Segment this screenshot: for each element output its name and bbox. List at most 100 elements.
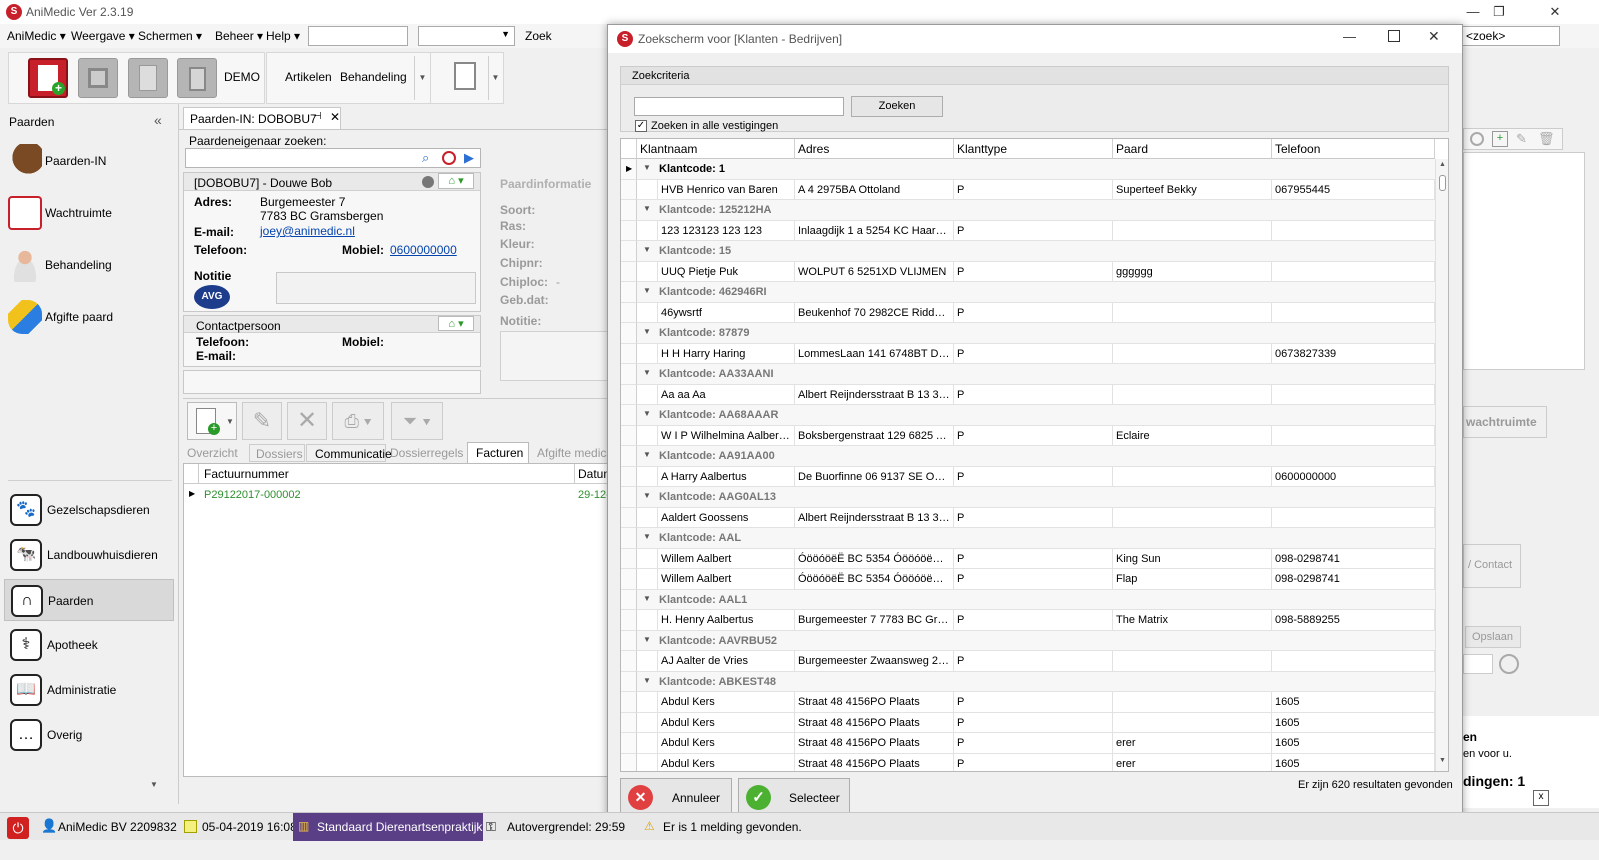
- row-header[interactable]: [621, 364, 637, 385]
- cell-paard[interactable]: [1113, 651, 1272, 672]
- row-header[interactable]: [621, 282, 637, 303]
- cell-klantnaam[interactable]: H H Harry Haring: [658, 343, 795, 364]
- result-row[interactable]: W I P Wilhelmina Aalbertus Boksbergenstra…: [621, 425, 1435, 446]
- grid-scrollbar[interactable]: ▲ ▼: [1435, 159, 1448, 771]
- cell-paard[interactable]: The Matrix: [1113, 610, 1272, 631]
- cell-klanttype[interactable]: P: [954, 220, 1113, 241]
- right-search-input[interactable]: <zoek>: [1462, 26, 1560, 46]
- dialog-maximize-icon[interactable]: [1388, 30, 1400, 42]
- cell-adres[interactable]: WOLPUT 6 5251XD VLIJMEN: [795, 261, 954, 282]
- cell-klanttype[interactable]: P: [954, 569, 1113, 590]
- cell-klantnaam[interactable]: A Harry Aalbertus: [658, 466, 795, 487]
- collapse-group-icon[interactable]: ▼: [643, 245, 651, 254]
- copy-documents-icon[interactable]: [454, 62, 476, 90]
- cell-klanttype[interactable]: P: [954, 261, 1113, 282]
- menu-help[interactable]: Help ▾: [266, 29, 300, 43]
- cell-adres[interactable]: Inlaagdijk 1 a 5254 KC Haarsteeg: [795, 220, 954, 241]
- status-practice[interactable]: ▥ Standaard Dierenartsenpraktijk: [293, 813, 483, 841]
- row-header[interactable]: [621, 343, 637, 364]
- notif-close-icon[interactable]: x: [1533, 790, 1549, 806]
- subtab-overzicht[interactable]: Overzicht: [187, 446, 238, 460]
- collapse-group-icon[interactable]: ▼: [643, 368, 651, 377]
- subtab-facturen[interactable]: Facturen: [467, 442, 529, 463]
- col-klanttype[interactable]: Klanttype: [954, 139, 1113, 159]
- cell-paard[interactable]: Superteef Bekky: [1113, 179, 1272, 200]
- subtab-afgifte[interactable]: Afgifte medicat: [537, 446, 616, 460]
- scroll-down-icon[interactable]: ▼: [1439, 757, 1446, 764]
- col-klantnaam[interactable]: Klantnaam: [637, 139, 795, 159]
- cell-klantnaam[interactable]: Abdul Kers: [658, 753, 795, 771]
- notitie-field[interactable]: [276, 272, 476, 304]
- cell-klantnaam[interactable]: HVB Henrico van Baren: [658, 179, 795, 200]
- cell-telefoon[interactable]: [1272, 425, 1435, 446]
- cell-klantnaam[interactable]: Aaldert Goossens: [658, 507, 795, 528]
- cell-klanttype[interactable]: P: [954, 712, 1113, 733]
- collapse-group-icon[interactable]: ▼: [643, 204, 651, 213]
- cell-klantnaam[interactable]: 46ywsrtf: [658, 302, 795, 323]
- new-document-button[interactable]: +: [28, 58, 68, 98]
- cell-paard[interactable]: [1113, 220, 1272, 241]
- collapse-group-icon[interactable]: ▼: [643, 163, 651, 172]
- cell-paard[interactable]: erer: [1113, 733, 1272, 754]
- cell-adres[interactable]: Albert Reijndersstraat B 13 3544: [795, 384, 954, 405]
- cell-telefoon[interactable]: 1605: [1272, 733, 1435, 754]
- result-row[interactable]: HVB Henrico van Baren A 4 2975BA Ottoland…: [621, 179, 1435, 200]
- result-row[interactable]: Abdul Kers Straat 48 4156PO Plaats Perer 16…: [621, 733, 1435, 754]
- cell-telefoon[interactable]: 0600000000: [1272, 466, 1435, 487]
- row-header[interactable]: [621, 323, 637, 344]
- cell-klanttype[interactable]: P: [954, 548, 1113, 569]
- row-header[interactable]: [621, 733, 637, 754]
- subtab-dossierregels[interactable]: Dossierregels: [390, 446, 463, 460]
- owner-search-input[interactable]: ⌕ ▶: [185, 148, 481, 168]
- cell-adres[interactable]: Burgemeester Zwaansweg 2a 1234: [795, 651, 954, 672]
- nav-apotheek[interactable]: ⚕ Apotheek: [4, 624, 174, 666]
- invoice-number[interactable]: P29122017-000002: [204, 489, 301, 501]
- nav-item-behandeling[interactable]: Behandeling: [8, 244, 168, 288]
- nav-administratie[interactable]: 📖 Administratie: [4, 669, 174, 711]
- demo-label[interactable]: DEMO: [224, 70, 260, 84]
- vestigingen-label[interactable]: Zoeken in alle vestigingen: [651, 120, 778, 132]
- cell-adres[interactable]: Beukenhof 70 2982CE Ridderkerk: [795, 302, 954, 323]
- cell-klantnaam[interactable]: UUQ Pietje Puk: [658, 261, 795, 282]
- cell-klanttype[interactable]: P: [954, 179, 1113, 200]
- cell-telefoon[interactable]: 1605: [1272, 712, 1435, 733]
- row-header[interactable]: [621, 466, 637, 487]
- row-header[interactable]: [621, 507, 637, 528]
- print-icon[interactable]: ⎙ ▾: [332, 402, 384, 440]
- selecteer-button[interactable]: ✓ Selecteer: [738, 778, 850, 816]
- clear-icon[interactable]: [442, 151, 456, 165]
- group-row[interactable]: ▼ Klantcode: AAL: [621, 528, 1435, 549]
- email-link[interactable]: joey@animedic.nl: [260, 224, 355, 238]
- cell-telefoon[interactable]: 0673827339: [1272, 343, 1435, 364]
- dialog-minimize-icon[interactable]: —: [1343, 29, 1356, 44]
- result-row[interactable]: UUQ Pietje Puk WOLPUT 6 5251XD VLIJMEN Pgg…: [621, 261, 1435, 282]
- pin-icon[interactable]: ⊣: [313, 111, 322, 122]
- invoice-date[interactable]: 29-12-: [578, 489, 610, 501]
- collapse-group-icon[interactable]: ▼: [643, 327, 651, 336]
- cell-paard[interactable]: [1113, 507, 1272, 528]
- cell-telefoon[interactable]: 098-0298741: [1272, 548, 1435, 569]
- cell-klantnaam[interactable]: H. Henry Aalbertus: [658, 610, 795, 631]
- row-header[interactable]: [621, 589, 637, 610]
- collapse-icon[interactable]: «: [154, 112, 162, 128]
- group-row[interactable]: ▼ Klantcode: AAG0AL13: [621, 487, 1435, 508]
- row-header[interactable]: [621, 610, 637, 631]
- cell-klantnaam[interactable]: Aa aa Aa: [658, 384, 795, 405]
- artikelen-button[interactable]: Artikelen: [285, 70, 332, 84]
- row-header[interactable]: [621, 302, 637, 323]
- right-input[interactable]: [1463, 654, 1493, 674]
- cell-telefoon[interactable]: [1272, 507, 1435, 528]
- subtab-communicatie[interactable]: Communicatie: [306, 444, 392, 462]
- cell-paard[interactable]: [1113, 343, 1272, 364]
- cell-paard[interactable]: Eclaire: [1113, 425, 1272, 446]
- cell-paard[interactable]: [1113, 692, 1272, 713]
- tab-close-icon[interactable]: ✕: [330, 110, 340, 124]
- cell-klanttype[interactable]: P: [954, 425, 1113, 446]
- mobiel-link[interactable]: 0600000000: [390, 243, 457, 257]
- cell-klanttype[interactable]: P: [954, 507, 1113, 528]
- save-button[interactable]: [78, 58, 118, 98]
- cell-klanttype[interactable]: P: [954, 302, 1113, 323]
- cell-paard[interactable]: gggggg: [1113, 261, 1272, 282]
- row-header[interactable]: [621, 425, 637, 446]
- menu-beheer[interactable]: Beheer ▾: [215, 29, 263, 43]
